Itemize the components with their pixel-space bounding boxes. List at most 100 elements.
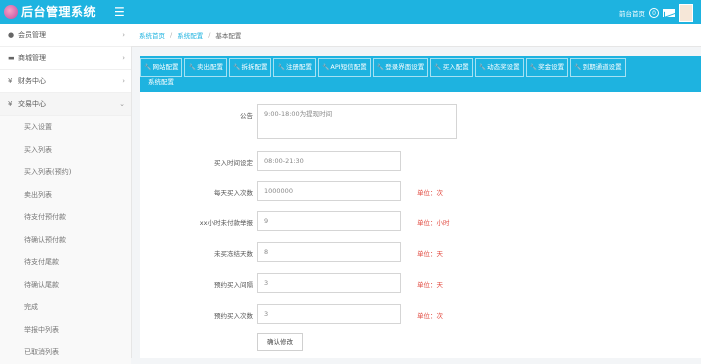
form-row-notice: 公告 9:00-18:00为提现时间 bbox=[140, 104, 701, 139]
config-form: 公告 9:00-18:00为提现时间 买入时间设定 每天买入次数 单位：次 xx… bbox=[140, 92, 701, 358]
tab-expiry-channel[interactable]: 🔧到期通道设置 bbox=[570, 58, 626, 77]
sidebar-sub-item[interactable]: 待支付预付款 bbox=[0, 206, 131, 229]
field-label: 预约买入次数 bbox=[214, 312, 253, 320]
sidebar-sub-item[interactable]: 买入列表 bbox=[0, 138, 131, 161]
yen-icon: ¥ bbox=[8, 100, 13, 108]
chevron-down-icon: ⌄ bbox=[119, 100, 125, 108]
config-tabs: 🔧网站配置 🔧卖出配置 🔧拆拆配置 🔧注册配置 🔧API短信配置 🔧登录界面设置… bbox=[140, 56, 701, 92]
chevron-right-icon: › bbox=[122, 77, 125, 85]
tab-label: 网站配置 bbox=[152, 63, 179, 71]
mail-icon[interactable] bbox=[663, 9, 675, 17]
sidebar-sub-item[interactable]: 待支付尾款 bbox=[0, 251, 131, 274]
sidebar-sub-item[interactable]: 待确认预付款 bbox=[0, 228, 131, 251]
sidebar-item-label: 会员管理 bbox=[18, 31, 46, 39]
wrench-icon: 🔧 bbox=[478, 64, 487, 71]
sidebar-sub-item[interactable]: 买入列表(预约) bbox=[0, 161, 131, 184]
app-title: 后台管理系统 bbox=[21, 5, 97, 19]
breadcrumb-separator: / bbox=[170, 31, 173, 39]
chevron-right-icon: › bbox=[122, 31, 125, 39]
tab-label: 动态奖设置 bbox=[487, 63, 520, 71]
sidebar-item-label: 交易中心 bbox=[18, 100, 46, 108]
wrench-icon: 🔧 bbox=[277, 64, 285, 71]
sidebar-item-trade[interactable]: ¥ 交易中心 ⌄ bbox=[0, 93, 131, 116]
tab-register[interactable]: 🔧注册配置 bbox=[273, 58, 316, 77]
sidebar: ● 会员管理 › ▬ 商城管理 › ¥ 财务中心 › ¥ 交易中心 ⌄ 买入设置… bbox=[0, 24, 132, 364]
cart-icon: ▬ bbox=[8, 54, 15, 62]
reserve-count-input[interactable] bbox=[257, 304, 401, 324]
sidebar-sub-item[interactable]: 已取消列表 bbox=[0, 341, 131, 364]
unit-label: 单位：小时 bbox=[417, 219, 450, 227]
breadcrumb-current: 基本配置 bbox=[215, 32, 242, 40]
wrench-icon: 🔧 bbox=[574, 64, 582, 71]
field-label: 预约买入间隔 bbox=[214, 281, 253, 289]
sidebar-sub-item[interactable]: 买入设置 bbox=[0, 116, 131, 139]
wrench-icon: 🔧 bbox=[144, 64, 152, 71]
tab-label: API短信配置 bbox=[330, 63, 367, 71]
field-label: xx小时未付款举报 bbox=[199, 219, 253, 227]
buy-time-input[interactable] bbox=[257, 151, 401, 171]
tab-split[interactable]: 🔧拆拆配置 bbox=[228, 58, 272, 77]
wrench-icon: 🔧 bbox=[232, 64, 241, 71]
tab-label: 奖金设置 bbox=[538, 63, 565, 71]
sidebar-sub-item[interactable]: 卖出列表 bbox=[0, 183, 131, 206]
breadcrumb-home[interactable]: 系统首页 bbox=[139, 30, 165, 40]
tab-system-config[interactable]: 系统配置 bbox=[140, 75, 701, 89]
sidebar-item-label: 财务中心 bbox=[18, 77, 46, 85]
form-row: 预约买入间隔 单位：天 bbox=[140, 273, 701, 297]
user-icon: ● bbox=[8, 31, 15, 39]
tab-label: 拆拆配置 bbox=[241, 63, 268, 71]
tab-dynamic-bonus[interactable]: 🔧动态奖设置 bbox=[474, 58, 524, 77]
sidebar-sub-item[interactable]: 完成 bbox=[0, 296, 131, 319]
unit-label: 单位：天 bbox=[417, 281, 443, 289]
sidebar-sub-item[interactable]: 举报中列表 bbox=[0, 318, 131, 341]
unit-label: 单位：次 bbox=[417, 312, 443, 320]
tab-bonus[interactable]: 🔧奖金设置 bbox=[525, 58, 569, 77]
daily-buy-count-input[interactable] bbox=[257, 181, 401, 201]
tab-label: 买入配置 bbox=[442, 63, 469, 71]
tab-label: 到期通道设置 bbox=[582, 63, 622, 71]
breadcrumb-system[interactable]: 系统配置 bbox=[177, 30, 203, 40]
field-label: 每天买入次数 bbox=[214, 189, 253, 197]
form-row: 每天买入次数 单位：次 bbox=[140, 181, 701, 205]
chevron-right-icon: › bbox=[122, 54, 125, 62]
tab-sell[interactable]: 🔧卖出配置 bbox=[184, 58, 227, 77]
confirm-button[interactable]: 确认修改 bbox=[257, 333, 303, 351]
unit-label: 单位：天 bbox=[417, 250, 443, 258]
sidebar-item-label: 商城管理 bbox=[18, 54, 46, 62]
unit-label: 单位：次 bbox=[417, 189, 443, 197]
wrench-icon: 🔧 bbox=[376, 64, 385, 71]
front-home-link[interactable]: 前台首页 bbox=[619, 8, 645, 18]
sidebar-item-finance[interactable]: ¥ 财务中心 › bbox=[0, 70, 131, 93]
wrench-icon: 🔧 bbox=[188, 64, 196, 71]
sidebar-sub-item[interactable]: 待确认尾款 bbox=[0, 273, 131, 296]
top-right-area: 前台首页 0 bbox=[619, 4, 693, 22]
form-row: 未买冻结天数 单位：天 bbox=[140, 242, 701, 266]
form-row: xx小时未付款举报 单位：小时 bbox=[140, 211, 701, 235]
form-row: 买入时间设定 bbox=[140, 151, 701, 175]
tab-login-ui[interactable]: 🔧登录界面设置 bbox=[372, 58, 429, 77]
sidebar-item-mall[interactable]: ▬ 商城管理 › bbox=[0, 47, 131, 70]
reserve-interval-input[interactable] bbox=[257, 273, 401, 293]
message-count-badge: 0 bbox=[649, 8, 659, 18]
tab-label: 卖出配置 bbox=[196, 63, 223, 71]
tab-api-sms[interactable]: 🔧API短信配置 bbox=[317, 58, 371, 77]
field-label: 买入时间设定 bbox=[214, 159, 253, 167]
top-bar: 后台管理系统 ☰ 前台首页 0 bbox=[0, 0, 701, 24]
notice-label: 公告 bbox=[240, 112, 253, 120]
tab-label: 注册配置 bbox=[285, 63, 312, 71]
tab-buy[interactable]: 🔧买入配置 bbox=[430, 58, 473, 77]
notice-textarea[interactable]: 9:00-18:00为提现时间 bbox=[257, 104, 457, 139]
tab-label: 登录界面设置 bbox=[385, 63, 425, 71]
form-row: 预约买入次数 单位：次 bbox=[140, 304, 701, 328]
wrench-icon: 🔧 bbox=[529, 64, 538, 71]
logo-icon bbox=[4, 4, 18, 19]
logo[interactable]: 后台管理系统 bbox=[4, 3, 96, 20]
sidebar-item-members[interactable]: ● 会员管理 › bbox=[0, 24, 131, 47]
avatar[interactable] bbox=[679, 4, 693, 22]
breadcrumb: 系统首页 / 系统配置 / 基本配置 bbox=[131, 24, 701, 47]
hamburger-icon[interactable]: ☰ bbox=[114, 5, 125, 19]
freeze-days-input[interactable] bbox=[257, 242, 401, 262]
unpaid-report-hours-input[interactable] bbox=[257, 211, 401, 231]
wrench-icon: 🔧 bbox=[434, 64, 442, 71]
field-label: 未买冻结天数 bbox=[214, 250, 253, 258]
